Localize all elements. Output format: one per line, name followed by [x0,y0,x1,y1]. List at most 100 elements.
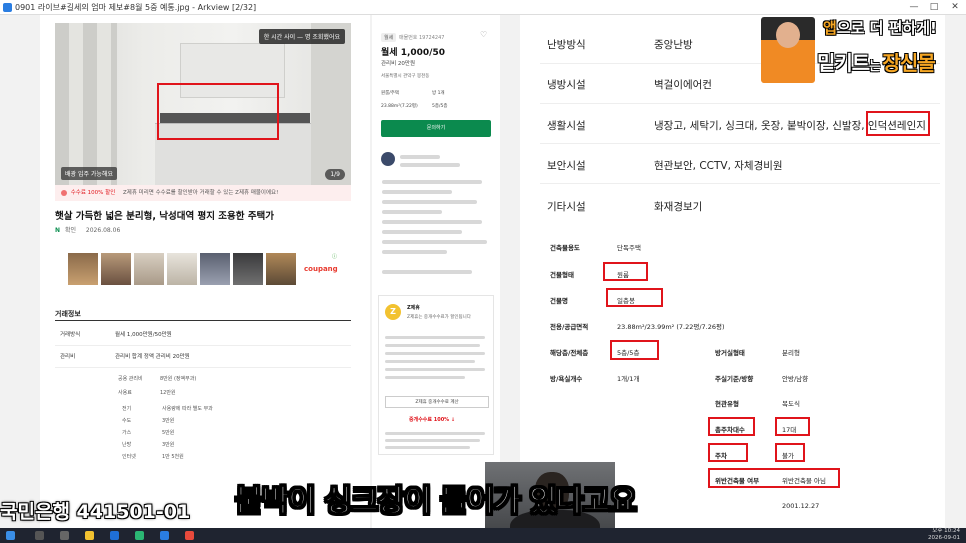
price: 월세 1,000/50 [381,48,445,58]
app-icon[interactable] [135,531,144,540]
info-label: 건물명 [550,297,568,305]
ad-thumb[interactable] [134,253,164,285]
clock-date: 2026-09-01 [928,535,960,541]
fee-sub-value: 1만 5천원 [162,454,184,460]
close-button[interactable]: ✕ [946,0,964,15]
window-title: 0901 라이브#길세의 엄마 제보#8월 5중 예통.jpg - Arkvie… [15,3,257,12]
banner-line1: 앱으로 더 편하게! [823,17,937,38]
verify-info: N 확인 2026.08.06 [55,225,120,234]
banner-word: 앱 [823,19,837,37]
info-value: 복도식 [782,400,800,408]
divider [540,143,940,144]
detail-row-etc: 기타시설 화재경보기 [547,199,702,214]
blurred-text [385,432,485,435]
maintenance-fee: 관리비 20만원 [381,61,416,67]
floor-highlight-box [610,340,659,360]
minimize-button[interactable]: — [905,0,923,15]
listing-number: 매물번호 19724247 [399,35,445,41]
start-icon[interactable] [6,531,15,540]
arkview-app-icon [3,3,12,12]
sponsor-banner: 앱으로 더 편하게! 밑키트는 장신몰 [757,15,966,85]
ad-thumb[interactable] [233,253,263,285]
info-value: 2001.12.27 [782,502,820,510]
bank-account-caption: 국민은행 441501-01 [0,501,191,523]
taskbar: 오후 10:24 2026-09-01 [0,528,966,543]
z-logo-icon: Z [385,304,401,320]
blurred-text [382,250,447,254]
app-icon[interactable] [185,531,194,540]
detail-label: 난방방식 [547,39,586,51]
fee-sub-value: 사용량에 따라 별도 부과 [162,406,213,412]
row-value: 월세 1,000만원/50만원 [115,332,172,338]
coupang-logo[interactable]: coupang [304,265,338,273]
heart-icon[interactable]: ♡ [480,30,487,39]
blurred-text [382,220,482,224]
parking-value-highlight-box [775,443,805,462]
arkview-taskbar-icon[interactable] [160,531,169,540]
info-label: 건축물용도 [550,244,580,252]
spec-area: 23.88m²(7.22평) [381,104,418,109]
detail-value: 화재경보기 [654,201,703,213]
banner-word: 장신몰 [882,51,935,75]
door-image [311,23,351,186]
ad-thumb[interactable] [266,253,296,285]
divider [55,345,351,346]
row-label: 거래방식 [60,332,81,338]
section-title: 거래정보 [55,310,81,318]
building-name-highlight-box [606,288,663,307]
explorer-icon[interactable] [85,531,94,540]
fee-sub-label: 가스 [122,430,132,436]
ad-thumb[interactable] [200,253,230,285]
blurred-text [382,240,487,244]
discount-notice: 수수료 100% 할인 Z제휴 미리면 수수료를 할인받아 거래할 수 있는 Z… [55,185,351,201]
agent-avatar [381,152,395,166]
spec-rooms: 방 1개 [432,91,445,96]
info-value: 단독주택 [617,244,641,252]
browser-icon[interactable] [110,531,119,540]
detail-value: 현관보안, CCTV, 자체경비원 [654,160,783,172]
fee-sub-label: 전기 [122,406,132,412]
violation-highlight-box [708,468,840,488]
z-title: Z제휴 [407,305,420,311]
parking-count-label-highlight-box [708,417,755,436]
blurred-text [385,336,485,339]
detail-label: 생활시설 [547,120,586,132]
views-badge: 한 시간 사이 — 명 조회했어요 [258,29,345,44]
task-view-icon[interactable] [60,531,69,540]
info-label: 주실기준/방향 [715,375,754,383]
blurred-text [400,155,440,159]
blurred-text [382,200,477,204]
maximize-button[interactable]: □ [925,0,943,15]
z-fee-calc-button[interactable]: Z제휴 중개수수료 계산 [385,396,489,408]
blurred-text [385,376,465,379]
spec-floor: 5층/5층 [432,104,448,109]
search-icon[interactable] [35,531,44,540]
spec-type: 원룸/주택 [381,91,400,96]
info-value: 23.88m²/23.99m² (7.22평/7.26평) [617,323,725,331]
notice-icon [61,189,67,196]
blurred-text [385,352,485,355]
summary-panel: 월세 매물번호 19724247 ♡ 월세 1,000/50 관리비 20만원 … [372,15,500,528]
blurred-text [382,180,482,184]
details-panel: 난방방식 중앙난방 냉방시설 벽걸이에어컨 생활시설 냉장고, 세탁기, 싱크대… [520,15,945,528]
divider [540,183,940,184]
detail-row-security: 보안시설 현관보안, CCTV, 자체경비원 [547,158,783,173]
detail-value: 벽걸이에어컨 [654,79,712,91]
inquire-button[interactable]: 문의하기 [381,120,491,137]
ad-thumb[interactable] [167,253,197,285]
ad-thumb[interactable] [68,253,98,285]
blurred-text [400,163,460,167]
listing-panel: 한 시간 사이 — 명 조회했어요 배광 입주 가능해요 1/9 수수료 100… [40,15,370,528]
ad-info-icon[interactable]: ⓘ [332,253,337,260]
verify-date: 2026.08.06 [85,227,121,234]
blurred-text [382,230,462,234]
ad-thumb[interactable] [101,253,131,285]
banner-word: 밑키트 [817,51,870,75]
blurred-text [382,210,442,214]
fee-sub-value: 8만원 (정액부과) [160,376,197,382]
fee-sub-label: 난방 [122,442,132,448]
system-clock[interactable]: 오후 10:24 2026-09-01 [928,528,960,542]
curtain-image [55,23,117,186]
subtitle-caption: 붙박이 싱크장이 들어가 있다고요 [235,484,638,520]
photo-counter: 1/9 [325,169,345,180]
